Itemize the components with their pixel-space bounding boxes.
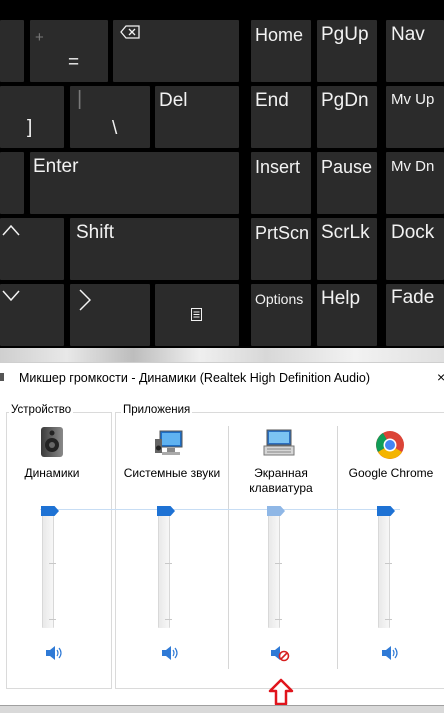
backspace-icon <box>120 25 140 39</box>
channel-divider <box>337 426 338 669</box>
channel-name: Динамики <box>24 466 80 480</box>
key-fade-label: Fade <box>391 287 435 308</box>
key-dock-label: Dock <box>391 222 435 243</box>
key-insert-label: Insert <box>255 157 301 177</box>
menu-icon <box>191 308 202 321</box>
volume-mixer-window: Микшер громкости - Динамики (Realtek Hig… <box>0 362 444 713</box>
key-pause-label: Pause <box>321 157 373 177</box>
key-options-label: Options <box>255 291 304 307</box>
mute-button-speaker-icon[interactable] <box>44 644 64 662</box>
speaker-icon <box>41 427 63 457</box>
key-down-arrow[interactable] <box>0 284 64 346</box>
volume-slider-track[interactable] <box>158 506 170 628</box>
key-options[interactable]: Options <box>251 284 311 346</box>
muted-speaker-icon[interactable] <box>270 644 290 662</box>
key-scrlk[interactable]: ScrLk <box>317 218 377 280</box>
key-left-partial-r1[interactable] <box>0 20 24 82</box>
key-pgdn[interactable]: PgDn <box>317 86 377 148</box>
slider-tick <box>165 563 172 564</box>
key-prtscn-label: PrtScn <box>255 223 310 243</box>
key-equals[interactable]: + = <box>30 20 108 82</box>
key-prtscn[interactable]: PrtScn <box>251 218 311 280</box>
key-scrlk-label: ScrLk <box>321 222 370 243</box>
key-pgup[interactable]: PgUp <box>317 20 377 82</box>
key-bracket[interactable]: ] <box>0 86 64 148</box>
key-del-label: Del <box>159 90 188 111</box>
key-shift-label: Shift <box>76 222 115 243</box>
key-enter[interactable]: Enter <box>30 152 239 214</box>
key-right-arrow[interactable] <box>70 284 150 346</box>
slider-tick <box>385 619 392 620</box>
peak-meter-line <box>40 509 400 510</box>
chevron-right-icon <box>79 289 91 311</box>
window-bottom-edge <box>0 705 444 713</box>
slider-tick <box>275 619 282 620</box>
slider-tick <box>165 619 172 620</box>
device-group-label: Устройство <box>9 404 74 416</box>
volume-slider-track[interactable] <box>42 506 54 628</box>
volume-slider-track[interactable] <box>268 506 280 628</box>
chrome-icon <box>376 431 404 459</box>
slider-tick <box>275 563 282 564</box>
key-nav-label: Nav <box>391 24 425 45</box>
key-equals-label: = <box>68 52 80 73</box>
close-button[interactable]: × <box>437 369 444 385</box>
background-image-strip <box>0 348 444 362</box>
key-shift[interactable]: Shift <box>70 218 239 280</box>
mute-button-speaker-icon[interactable] <box>160 644 180 662</box>
key-pause[interactable]: Pause <box>317 152 377 214</box>
mixer-app-icon <box>0 373 4 381</box>
key-left-partial-r3[interactable] <box>0 152 24 214</box>
slider-tick <box>49 563 56 564</box>
slider-tick <box>385 563 392 564</box>
chevron-down-icon <box>2 290 20 302</box>
key-del[interactable]: Del <box>155 86 239 148</box>
channel-divider <box>228 426 229 669</box>
key-backslash-shift-label: | <box>77 88 83 110</box>
key-up-arrow[interactable] <box>0 218 64 280</box>
chevron-up-icon <box>2 224 20 236</box>
key-nav[interactable]: Nav <box>386 20 444 82</box>
channel-name: Google Chrome <box>348 466 434 480</box>
onscreen-keyboard-icon <box>263 429 295 456</box>
apps-group-label: Приложения <box>121 404 193 416</box>
key-end-label: End <box>255 90 289 111</box>
key-help[interactable]: Help <box>317 284 377 346</box>
key-dock[interactable]: Dock <box>386 218 444 280</box>
key-backslash[interactable]: | \ <box>70 86 150 148</box>
key-mvdn-label: Mv Dn <box>391 158 435 175</box>
key-enter-label: Enter <box>33 156 79 177</box>
slider-tick <box>49 619 56 620</box>
key-bracket-label: ] <box>27 117 33 138</box>
key-backspace[interactable] <box>113 20 239 82</box>
key-pgdn-label: PgDn <box>321 90 369 111</box>
on-screen-keyboard: + = Home PgUp Nav ] | \ Del End PgDn Mv … <box>0 0 444 348</box>
key-equals-shift-label: + <box>35 29 44 46</box>
key-menu[interactable] <box>155 284 239 346</box>
key-help-label: Help <box>321 288 361 309</box>
key-mvup[interactable]: Mv Up <box>386 86 444 148</box>
system-sounds-icon <box>155 430 183 455</box>
key-home-label: Home <box>255 25 304 45</box>
annotation-arrow-icon <box>268 678 294 706</box>
key-mvdn[interactable]: Mv Dn <box>386 152 444 214</box>
key-mvup-label: Mv Up <box>391 91 435 108</box>
key-fade[interactable]: Fade <box>386 284 444 346</box>
window-title: Микшер громкости - Динамики (Realtek Hig… <box>19 371 370 385</box>
mute-button-speaker-icon[interactable] <box>380 644 400 662</box>
volume-slider-track[interactable] <box>378 506 390 628</box>
key-pgup-label: PgUp <box>321 24 369 45</box>
key-end[interactable]: End <box>251 86 311 148</box>
key-backslash-label: \ <box>112 118 118 139</box>
key-insert[interactable]: Insert <box>251 152 311 214</box>
channel-name: Экранная клавиатура <box>249 466 313 495</box>
channel-name: Системные звуки <box>123 466 221 480</box>
key-home[interactable]: Home <box>251 20 311 82</box>
